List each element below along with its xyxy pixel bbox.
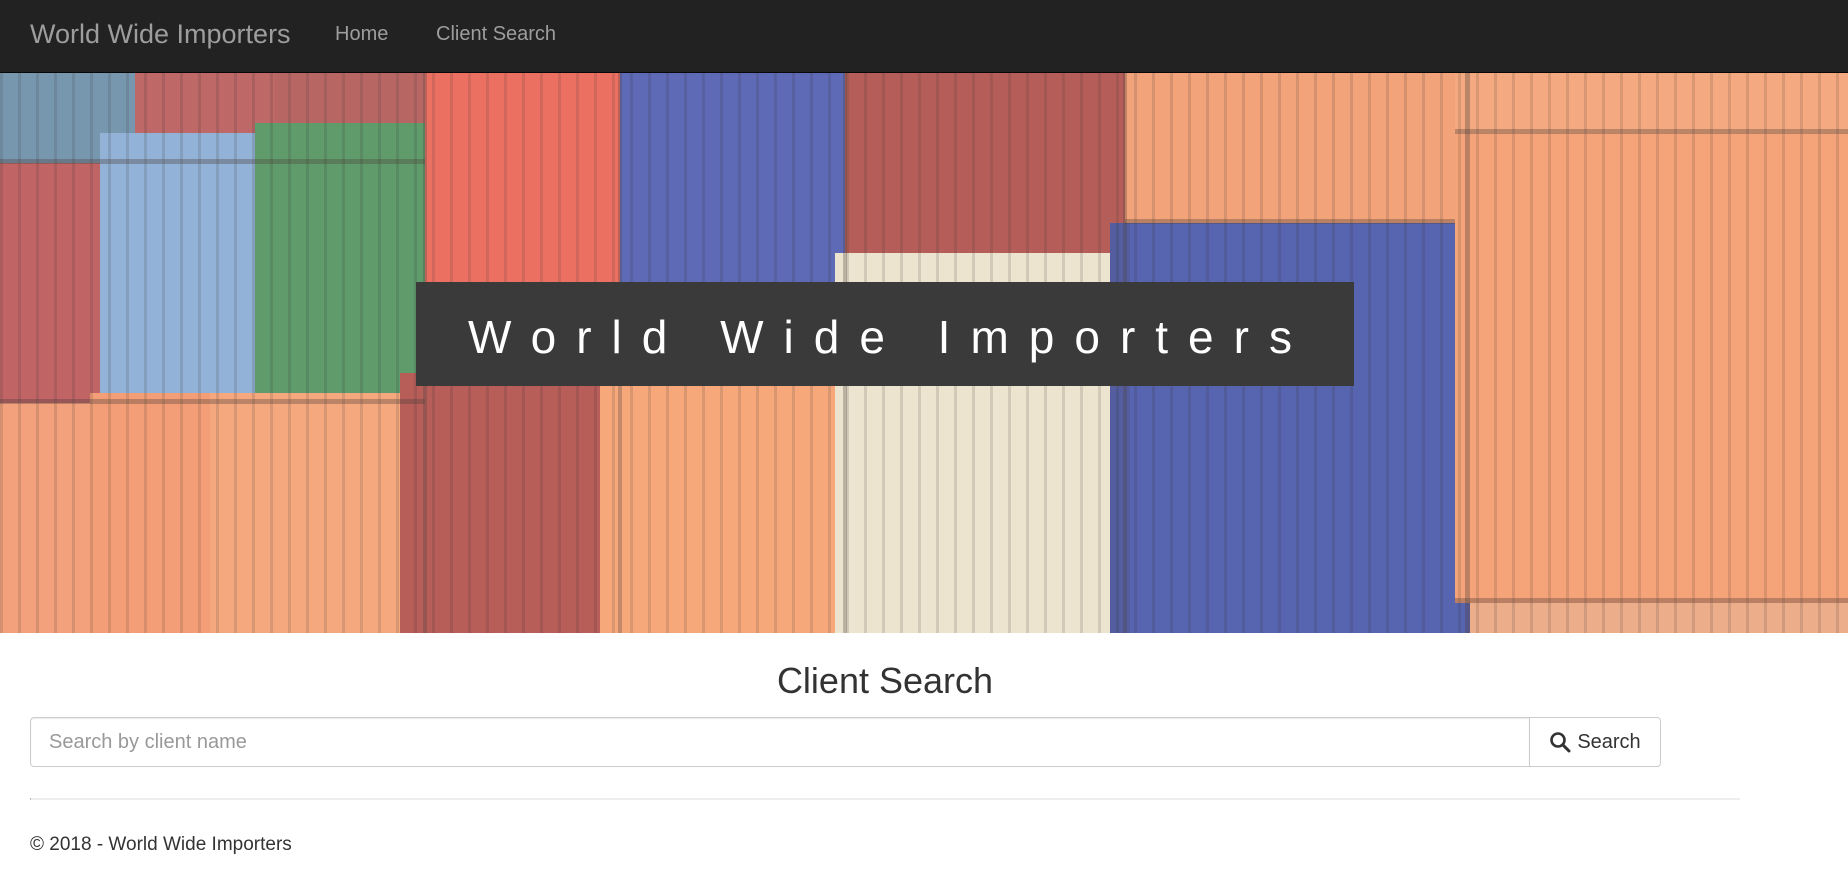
brand-link[interactable]: World Wide Importers	[30, 19, 291, 50]
nav-client-search-link[interactable]: Client Search	[436, 23, 556, 46]
hero-banner: World Wide Importers	[0, 73, 1848, 633]
client-search-form: Search	[30, 717, 1661, 767]
top-navbar: World Wide Importers Home Client Search	[0, 0, 1848, 73]
search-input[interactable]	[30, 717, 1530, 767]
hero-title-box: World Wide Importers	[416, 282, 1354, 386]
nav-home-link[interactable]: Home	[335, 23, 388, 46]
search-icon	[1550, 732, 1571, 753]
page-title: Client Search	[776, 660, 994, 701]
search-button-label: Search	[1577, 730, 1641, 753]
search-button[interactable]: Search	[1529, 717, 1661, 767]
footer-divider	[30, 798, 1740, 800]
footer-copyright: © 2018 - World Wide Importers	[30, 834, 292, 855]
hero-title: World Wide Importers	[468, 311, 1312, 363]
